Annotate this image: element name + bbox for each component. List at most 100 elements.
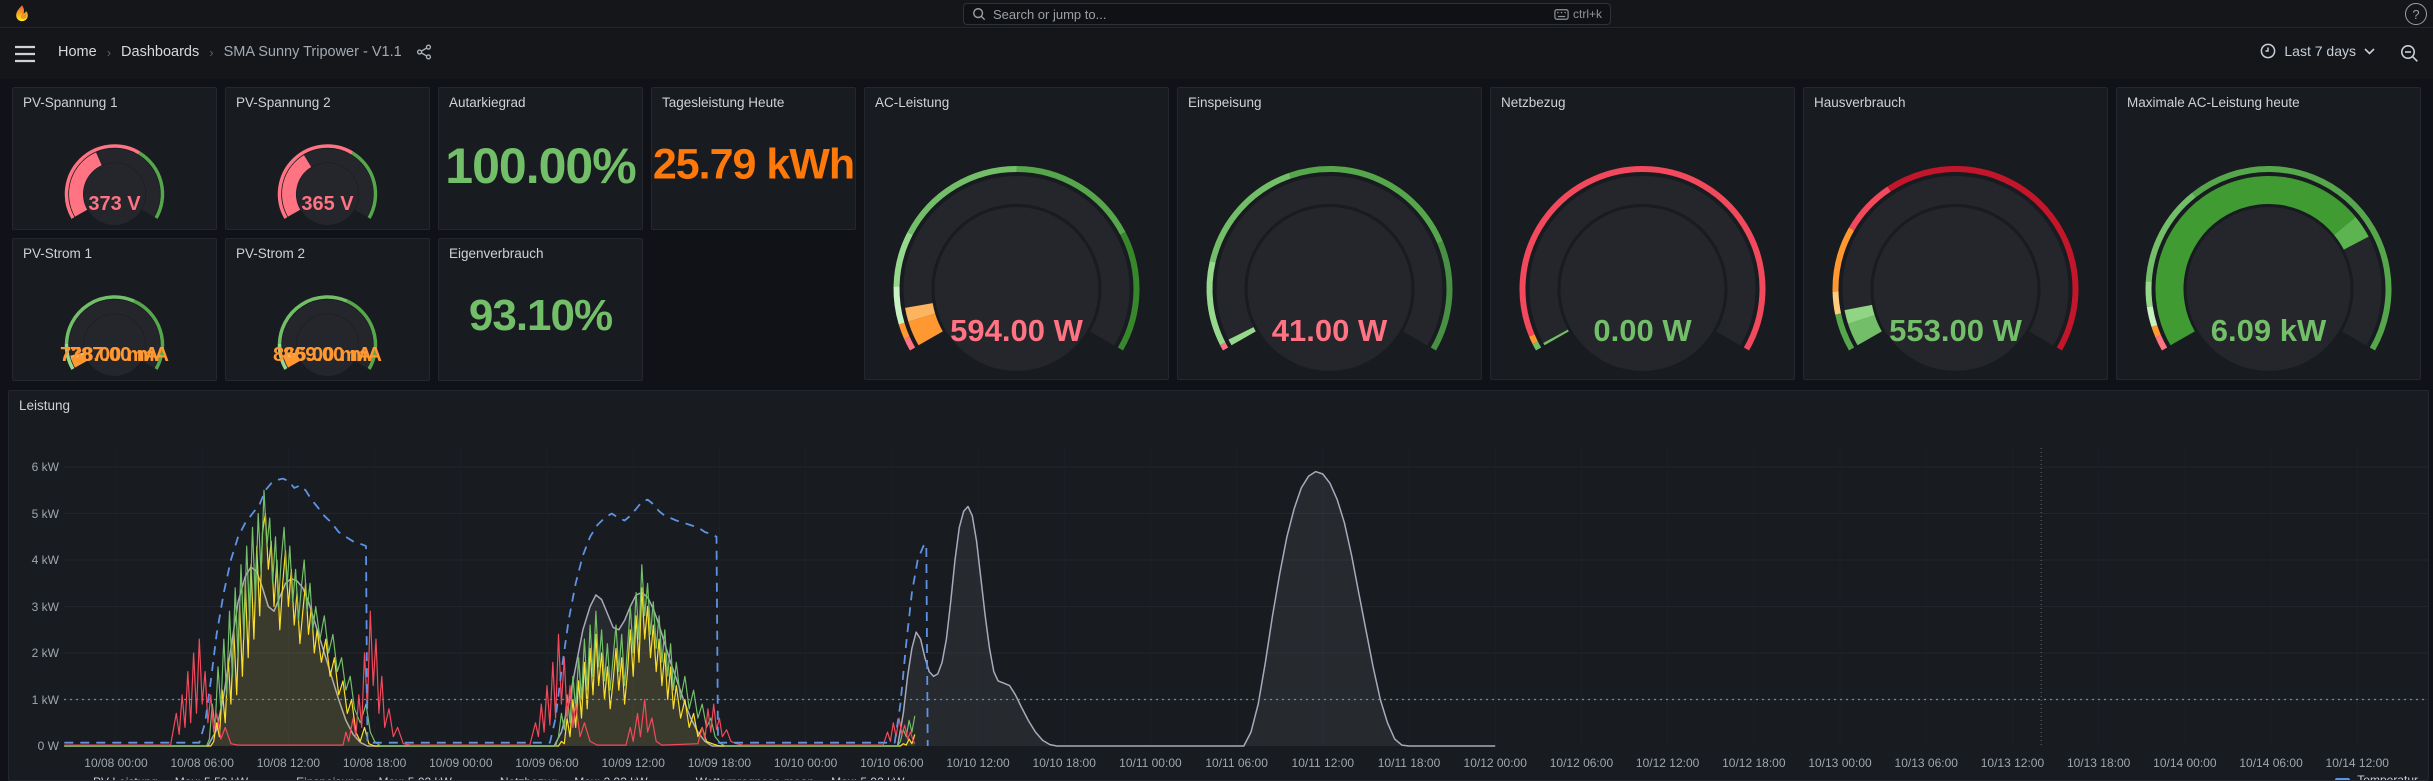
gauge-svg: 373 V <box>13 117 216 229</box>
breadcrumb-dashboards[interactable]: Dashboards <box>121 44 199 60</box>
y-tick-label: 5 kW <box>11 507 59 521</box>
x-tick-label: 10/13 00:00 <box>1808 756 1871 770</box>
gauge-svg: 738.00 mA787.00 mA <box>13 268 216 380</box>
panel-tagesleistung-heute: Tagesleistung Heute 25.79 kWh <box>651 87 856 230</box>
y-tick-label: 2 kW <box>11 646 59 660</box>
gauge-maximale-ac-leistung: 6.09 kW <box>2117 127 2420 379</box>
panel-einspeisung: Einspeisung 41.00 W <box>1177 87 1482 380</box>
x-tick-label: 10/14 06:00 <box>2239 756 2302 770</box>
gauge-svg: 41.00 W <box>1178 127 1481 379</box>
y-tick-label: 3 kW <box>11 600 59 614</box>
grafana-logo[interactable] <box>12 4 32 24</box>
gauge-svg: 365 V <box>226 117 429 229</box>
panel-title[interactable]: Eigenverbrauch <box>449 246 544 261</box>
gauge-hausverbrauch: 553.00 W <box>1804 127 2107 379</box>
panel-title[interactable]: PV-Spannung 1 <box>23 95 118 110</box>
panel-title[interactable]: Maximale AC-Leistung heute <box>2127 95 2300 110</box>
y-tick-label: 6 kW <box>11 460 59 474</box>
share-icon[interactable] <box>416 44 432 60</box>
x-tick-label: 10/08 06:00 <box>170 756 233 770</box>
x-tick-label: 10/10 00:00 <box>774 756 837 770</box>
breadcrumb-home[interactable]: Home <box>58 44 97 60</box>
search-placeholder: Search or jump to... <box>993 7 1547 22</box>
x-tick-label: 10/12 06:00 <box>1550 756 1613 770</box>
x-tick-label: 10/10 18:00 <box>1033 756 1096 770</box>
panel-hausverbrauch: Hausverbrauch 553.00 W <box>1803 87 2108 380</box>
chart-legend: PV-LeistungMax: 5.59 kWEinspeisungMax: 5… <box>71 773 2420 781</box>
search-input[interactable]: Search or jump to... ctrl+k <box>963 3 1611 25</box>
chart-legend-right[interactable]: Temperatur <box>2335 773 2418 781</box>
gauge-svg: 0.00 W <box>1491 127 1794 379</box>
x-tick-label: 10/12 18:00 <box>1722 756 1785 770</box>
panel-maximale-ac-leistung: Maximale AC-Leistung heute 6.09 kW <box>2116 87 2421 380</box>
panel-title[interactable]: PV-Spannung 2 <box>236 95 331 110</box>
x-tick-label: 10/08 00:00 <box>84 756 147 770</box>
panel-autarkiegrad: Autarkiegrad 100.00% <box>438 87 643 230</box>
panel-eigenverbrauch: Eigenverbrauch 93.10% <box>438 238 643 381</box>
chevron-down-icon <box>2364 48 2375 55</box>
x-tick-label: 10/09 18:00 <box>688 756 751 770</box>
panel-title[interactable]: Tagesleistung Heute <box>662 95 784 110</box>
help-icon[interactable]: ? <box>2405 3 2427 25</box>
x-tick-label: 10/08 12:00 <box>257 756 320 770</box>
legend-max-value: Max: 2.93 kW <box>574 775 647 781</box>
panel-title[interactable]: Netzbezug <box>1501 95 1566 110</box>
x-tick-label: 10/09 00:00 <box>429 756 492 770</box>
panel-title[interactable]: AC-Leistung <box>875 95 949 110</box>
chevron-right-icon: › <box>209 45 213 60</box>
gauge-value: 869.00 mA <box>283 344 382 366</box>
gauge-einspeisung: 41.00 W <box>1178 127 1481 379</box>
panel-title[interactable]: Hausverbrauch <box>1814 95 1906 110</box>
gauge-value: 0.00 W <box>1593 313 1692 348</box>
x-tick-label: 10/09 06:00 <box>515 756 578 770</box>
panel-pv-strom-1: PV-Strom 1 738.00 mA787.00 mA <box>12 238 217 381</box>
y-tick-label: 0 W <box>11 739 59 753</box>
series-temperatur <box>64 479 927 746</box>
panel-title[interactable]: PV-Strom 2 <box>236 246 305 261</box>
shortcut-hint: ctrl+k <box>1554 7 1602 21</box>
menu-icon[interactable] <box>14 45 36 63</box>
x-tick-label: 10/13 12:00 <box>1981 756 2044 770</box>
panel-title[interactable]: Einspeisung <box>1188 95 1262 110</box>
gauge-pv-spannung-2: 365 V <box>226 117 429 229</box>
top-bar: Search or jump to... ctrl+k ? <box>0 0 2433 28</box>
panel-title[interactable]: PV-Strom 1 <box>23 246 92 261</box>
leistung-plot[interactable] <box>64 439 2429 755</box>
legend-item-einspeisung[interactable]: EinspeisungMax: 5.02 kW <box>274 773 452 781</box>
breadcrumb-current-dashboard: SMA Sunny Tripower - V1.1 <box>224 44 402 60</box>
legend-item-pv-leistung[interactable]: PV-LeistungMax: 5.59 kW <box>71 773 248 781</box>
legend-label: PV-Leistung <box>93 775 158 781</box>
legend-item-netzbezug[interactable]: Netzbezug Max: 2.93 kW <box>478 773 648 781</box>
y-tick-label: 4 kW <box>11 553 59 567</box>
x-tick-label: 10/11 06:00 <box>1205 756 1268 770</box>
x-tick-label: 10/11 18:00 <box>1378 756 1441 770</box>
gauge-value: 365 V <box>301 193 354 215</box>
gauge-netzbezug: 0.00 W <box>1491 127 1794 379</box>
legend-label: Temperatur <box>2357 773 2418 781</box>
zoom-out-icon[interactable] <box>2400 44 2419 63</box>
stat-value-autarkiegrad: 100.00% <box>439 136 642 194</box>
gauge-pv-spannung-1: 373 V <box>13 117 216 229</box>
time-range-picker[interactable]: Last 7 days <box>2260 43 2375 59</box>
panel-title[interactable]: Leistung <box>19 398 70 413</box>
legend-label: Wetterprognose mean <box>696 775 815 781</box>
gauge-svg: 865.00 mA869.00 mA <box>226 268 429 380</box>
x-tick-label: 10/11 12:00 <box>1292 756 1355 770</box>
legend-item-wetterprognose-mean[interactable]: Wetterprognose mean Max: 5.92 kW <box>674 773 905 781</box>
panel-netzbezug: Netzbezug 0.00 W <box>1490 87 1795 380</box>
gauge-pv-strom-1: 738.00 mA787.00 mA <box>13 268 216 380</box>
panel-pv-strom-2: PV-Strom 2 865.00 mA869.00 mA <box>225 238 430 381</box>
gauge-value: 553.00 W <box>1889 313 2022 348</box>
gauge-svg: 553.00 W <box>1804 127 2107 379</box>
x-tick-label: 10/14 12:00 <box>2326 756 2389 770</box>
legend-max-value: Max: 5.92 kW <box>831 775 904 781</box>
gauge-value: 6.09 kW <box>2211 313 2327 348</box>
panel-title[interactable]: Autarkiegrad <box>449 95 526 110</box>
series-netzbezug <box>64 611 915 745</box>
gauge-value: 594.00 W <box>950 313 1083 348</box>
gauge-value: 373 V <box>88 193 141 215</box>
legend-label: Einspeisung <box>296 775 361 781</box>
x-tick-label: 10/12 12:00 <box>1636 756 1699 770</box>
legend-label: Netzbezug <box>500 775 557 781</box>
x-tick-label: 10/12 00:00 <box>1464 756 1527 770</box>
